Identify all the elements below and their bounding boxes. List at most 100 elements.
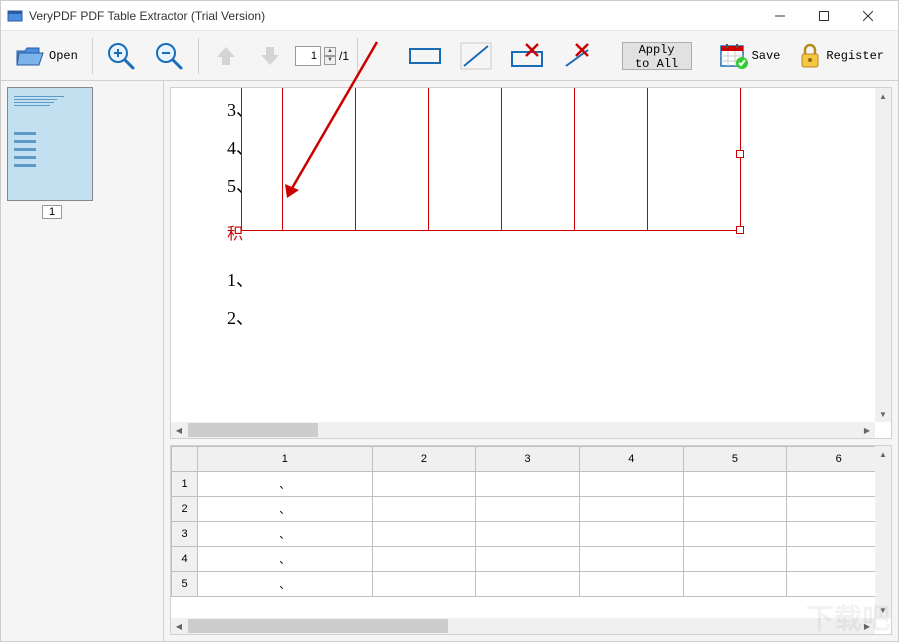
grid-vertical-scrollbar[interactable]: ▲ ▼ (875, 446, 891, 618)
close-button[interactable] (846, 2, 890, 30)
table-row[interactable]: 3 、 (172, 522, 891, 547)
titlebar: VeryPDF PDF Table Extractor (Trial Versi… (1, 1, 898, 31)
cell[interactable] (476, 547, 580, 572)
cell[interactable]: 、 (198, 547, 373, 572)
window-controls (758, 2, 890, 30)
line-icon (460, 42, 492, 70)
cell[interactable] (476, 522, 580, 547)
scroll-up-button[interactable]: ▲ (875, 88, 891, 104)
scroll-down-button[interactable]: ▼ (875, 406, 891, 422)
scroll-left-button[interactable]: ◀ (171, 422, 187, 438)
cell[interactable] (579, 472, 683, 497)
minimize-button[interactable] (758, 2, 802, 30)
scroll-thumb[interactable] (188, 619, 448, 633)
scroll-up-button[interactable]: ▲ (875, 446, 891, 462)
page-spinner[interactable]: ▲ ▼ /1 (295, 46, 349, 66)
content-area: 1 3、 4、 5、 积 1、 2、 (1, 81, 898, 641)
cell[interactable]: 、 (198, 522, 373, 547)
maximize-button[interactable] (802, 2, 846, 30)
thumbnail-page-number: 1 (42, 205, 62, 219)
page-input[interactable] (295, 46, 321, 66)
cell[interactable] (683, 572, 787, 597)
data-grid[interactable]: 1 2 3 4 5 6 1 、 2 、 3 、 (171, 446, 891, 597)
thumbnail-panel: 1 (1, 81, 164, 641)
maximize-icon (819, 11, 829, 21)
col-header[interactable]: 3 (476, 447, 580, 472)
save-label: Save (752, 49, 781, 63)
cell[interactable] (579, 522, 683, 547)
page-total: /1 (339, 49, 349, 63)
scroll-left-button[interactable]: ◀ (171, 618, 187, 634)
cell[interactable]: 、 (198, 497, 373, 522)
col-header[interactable]: 5 (683, 447, 787, 472)
cell[interactable] (476, 497, 580, 522)
open-label: Open (49, 49, 78, 63)
delete-line-button[interactable] (556, 38, 600, 74)
cell[interactable] (476, 472, 580, 497)
col-header[interactable]: 4 (579, 447, 683, 472)
cell[interactable] (579, 547, 683, 572)
table-row[interactable]: 4 、 (172, 547, 891, 572)
preview-pane[interactable]: 3、 4、 5、 积 1、 2、 (170, 87, 892, 439)
row-header[interactable]: 5 (172, 572, 198, 597)
preview-horizontal-scrollbar[interactable]: ◀ ▶ (171, 422, 875, 438)
cell[interactable] (683, 522, 787, 547)
resize-handle-se[interactable] (736, 226, 744, 234)
col-header[interactable]: 2 (372, 447, 476, 472)
rectangle-icon (408, 43, 442, 69)
cell[interactable] (372, 572, 476, 597)
calendar-save-icon (720, 43, 748, 69)
row-header[interactable]: 1 (172, 472, 198, 497)
row-header[interactable]: 2 (172, 497, 198, 522)
open-button[interactable]: Open (9, 39, 84, 73)
save-button[interactable]: Save (714, 39, 787, 73)
table-row[interactable]: 2 、 (172, 497, 891, 522)
cell[interactable]: 、 (198, 472, 373, 497)
row-label: 2、 (227, 304, 254, 330)
col-header[interactable]: 1 (198, 447, 373, 472)
register-button[interactable]: Register (792, 39, 890, 73)
window-title: VeryPDF PDF Table Extractor (Trial Versi… (29, 9, 758, 23)
draw-line-button[interactable] (454, 38, 498, 74)
cell[interactable] (683, 497, 787, 522)
cell[interactable] (683, 547, 787, 572)
row-header[interactable]: 4 (172, 547, 198, 572)
table-row[interactable]: 1 、 (172, 472, 891, 497)
delete-rectangle-button[interactable] (504, 38, 550, 74)
spinner-up[interactable]: ▲ (324, 47, 336, 56)
cell[interactable]: 、 (198, 572, 373, 597)
cell[interactable] (476, 572, 580, 597)
apply-to-all-button[interactable]: Apply to All (622, 42, 692, 70)
scroll-thumb[interactable] (188, 423, 318, 437)
preview-vertical-scrollbar[interactable]: ▲ ▼ (875, 88, 891, 422)
row-label: 1、 (227, 266, 254, 292)
rectangle-delete-icon (510, 42, 544, 70)
cell[interactable] (683, 472, 787, 497)
cell[interactable] (579, 497, 683, 522)
close-icon (863, 11, 873, 21)
scroll-right-button[interactable]: ▶ (859, 422, 875, 438)
draw-rectangle-button[interactable] (402, 39, 448, 73)
cell[interactable] (372, 522, 476, 547)
table-row[interactable]: 5 、 (172, 572, 891, 597)
resize-handle-e[interactable] (736, 150, 744, 158)
grid-corner (172, 447, 198, 472)
grid-horizontal-scrollbar[interactable]: ◀ ▶ (171, 618, 875, 634)
cell[interactable] (579, 572, 683, 597)
spinner-down[interactable]: ▼ (324, 56, 336, 65)
row-header[interactable]: 3 (172, 522, 198, 547)
zoom-out-button[interactable] (148, 37, 190, 75)
main-panel: 3、 4、 5、 积 1、 2、 (164, 81, 898, 641)
scroll-right-button[interactable]: ▶ (859, 618, 875, 634)
scroll-down-button[interactable]: ▼ (875, 602, 891, 618)
page-thumbnail[interactable]: 1 (7, 87, 97, 219)
app-icon (7, 8, 23, 24)
previous-page-button (207, 39, 245, 73)
cell[interactable] (372, 472, 476, 497)
cell[interactable] (372, 547, 476, 572)
cell[interactable] (372, 497, 476, 522)
table-region[interactable] (241, 88, 741, 231)
register-label: Register (826, 49, 884, 63)
toolbar: Open ▲ ▼ /1 (1, 31, 898, 81)
zoom-in-button[interactable] (100, 37, 142, 75)
